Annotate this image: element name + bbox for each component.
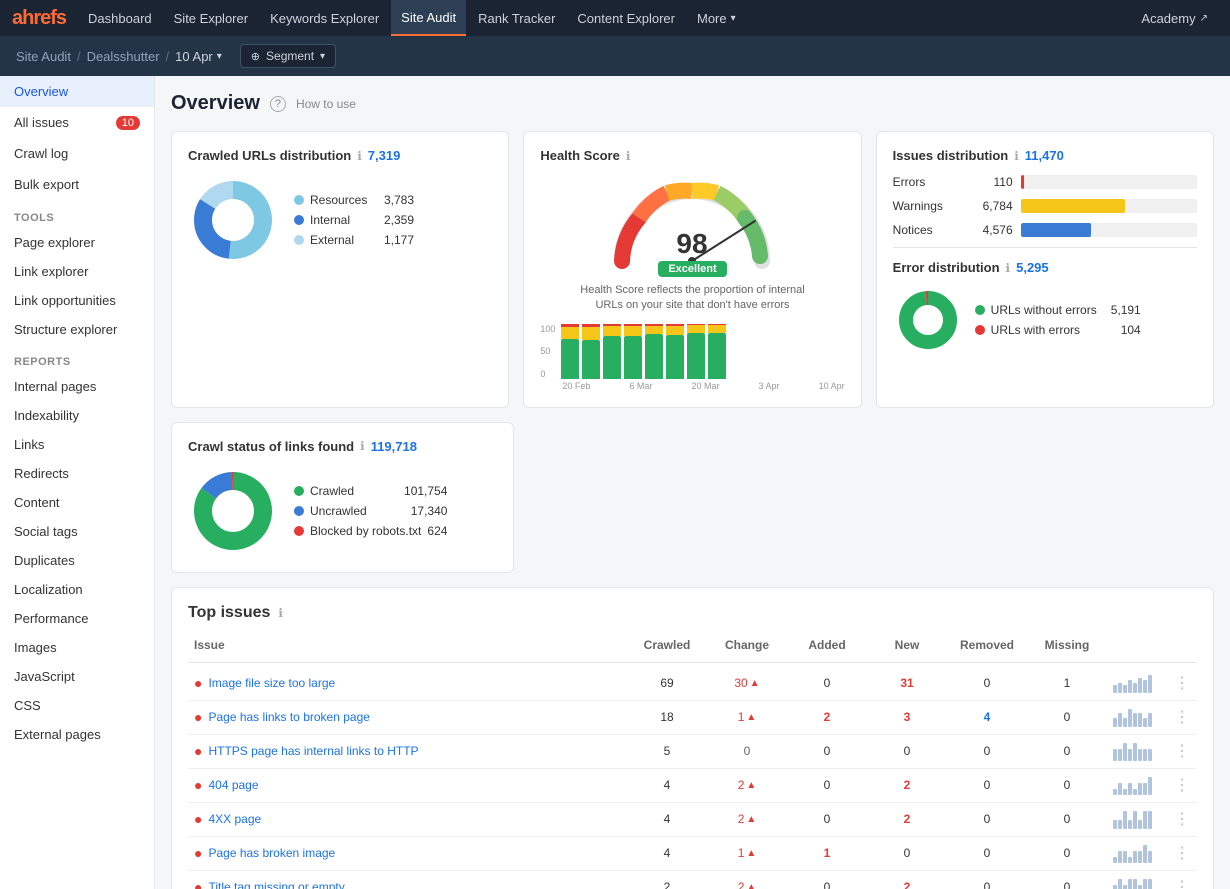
- table-row[interactable]: ● 404 page 4 2 ▲ 0 2 0 0 ⋮: [188, 769, 1197, 803]
- sidebar-item-social-tags[interactable]: Social tags: [0, 517, 154, 546]
- crawl-status-info-icon[interactable]: ℹ: [360, 439, 365, 453]
- table-row[interactable]: ● Title tag missing or empty 2 2 ▲ 0 2 0…: [188, 871, 1197, 889]
- legend-resources: Resources 3,783: [294, 193, 414, 207]
- segment-button[interactable]: ⊕ Segment ▾: [240, 44, 336, 68]
- th-change: Change: [707, 634, 787, 656]
- crawled-urls-total: 7,319: [368, 148, 401, 163]
- crawl-status-title: Crawl status of links found: [188, 439, 354, 454]
- health-score-info-icon[interactable]: ℹ: [626, 149, 631, 163]
- sidebar-item-page-explorer[interactable]: Page explorer: [0, 228, 154, 257]
- sidebar-item-link-explorer[interactable]: Link explorer: [0, 257, 154, 286]
- sidebar: Overview All issues 10 Crawl log Bulk ex…: [0, 76, 155, 889]
- issues-dist-total: 11,470: [1025, 148, 1064, 163]
- crawled-urls-title-row: Crawled URLs distribution ℹ 7,319: [188, 148, 492, 163]
- th-crawled: Crawled: [627, 634, 707, 656]
- th-added: Added: [787, 634, 867, 656]
- issues-table-body: ● Image file size too large 69 30 ▲ 0 31…: [188, 667, 1197, 889]
- error-dist-total: 5,295: [1016, 260, 1049, 275]
- nav-dashboard[interactable]: Dashboard: [78, 0, 162, 36]
- issues-distribution-card: Issues distribution ℹ 11,470 Errors 110 …: [876, 131, 1214, 408]
- error-dist-info-icon[interactable]: ℹ: [1006, 261, 1011, 275]
- how-to-label[interactable]: How to use: [296, 97, 356, 111]
- bc-date[interactable]: 10 Apr▾: [175, 49, 222, 64]
- crawled-urls-title: Crawled URLs distribution: [188, 148, 351, 163]
- health-score-description: Health Score reflects the proportion of …: [572, 283, 812, 314]
- legend-internal: Internal 2,359: [294, 213, 414, 227]
- sidebar-item-duplicates[interactable]: Duplicates: [0, 546, 154, 575]
- th-new: New: [867, 634, 947, 656]
- nav-site-audit[interactable]: Site Audit: [391, 0, 466, 36]
- sidebar-item-css[interactable]: CSS: [0, 691, 154, 720]
- health-gauge-svg: 98: [602, 171, 782, 271]
- nav-rank-tracker[interactable]: Rank Tracker: [468, 0, 565, 36]
- top-issues-title: Top issues: [188, 604, 270, 622]
- error-dist-donut: [893, 285, 963, 355]
- bc-site-audit[interactable]: Site Audit: [16, 49, 71, 64]
- th-removed: Removed: [947, 634, 1027, 656]
- page-header: Overview ? How to use: [171, 92, 1214, 115]
- sidebar-section-tools: Tools: [0, 204, 154, 228]
- nav-site-explorer[interactable]: Site Explorer: [164, 0, 258, 36]
- top-nav: ahrefs Dashboard Site Explorer Keywords …: [0, 0, 1230, 36]
- top-issues-info-icon[interactable]: ℹ: [278, 606, 283, 620]
- sidebar-item-javascript[interactable]: JavaScript: [0, 662, 154, 691]
- crawled-urls-donut: [188, 175, 278, 265]
- sidebar-item-performance[interactable]: Performance: [0, 604, 154, 633]
- crawl-status-card: Crawl status of links found ℹ 119,718: [171, 422, 514, 573]
- table-row[interactable]: ● Page has broken image 4 1 ▲ 1 0 0 0 ⋮: [188, 837, 1197, 871]
- health-score-title: Health Score: [540, 148, 619, 163]
- nav-content-explorer[interactable]: Content Explorer: [567, 0, 685, 36]
- sidebar-item-bulk-export[interactable]: Bulk export: [0, 169, 154, 200]
- th-missing: Missing: [1027, 634, 1107, 656]
- sidebar-item-overview[interactable]: Overview: [0, 76, 154, 107]
- crawl-status-donut: [188, 466, 278, 556]
- page-title: Overview: [171, 92, 260, 115]
- table-row[interactable]: ● Image file size too large 69 30 ▲ 0 31…: [188, 667, 1197, 701]
- sidebar-item-link-opportunities[interactable]: Link opportunities: [0, 286, 154, 315]
- top-issues-card: Top issues ℹ Issue Crawled Change Added …: [171, 587, 1214, 889]
- crawl-status-total: 119,718: [371, 439, 417, 454]
- sidebar-item-redirects[interactable]: Redirects: [0, 459, 154, 488]
- table-row[interactable]: ● 4XX page 4 2 ▲ 0 2 0 0 ⋮: [188, 803, 1197, 837]
- table-row[interactable]: ● Page has links to broken page 18 1 ▲ 2…: [188, 701, 1197, 735]
- excellent-badge: Excellent: [658, 261, 726, 277]
- all-issues-badge: 10: [116, 116, 140, 130]
- nav-more[interactable]: More▾: [687, 0, 746, 36]
- logo: ahrefs: [12, 7, 66, 30]
- sidebar-item-images[interactable]: Images: [0, 633, 154, 662]
- sidebar-section-reports: Reports: [0, 348, 154, 372]
- cards-row-top: Crawled URLs distribution ℹ 7,319: [171, 131, 1214, 408]
- issues-dist-info-icon[interactable]: ℹ: [1014, 149, 1019, 163]
- sidebar-item-structure-explorer[interactable]: Structure explorer: [0, 315, 154, 344]
- bc-project[interactable]: Dealsshutter: [87, 49, 160, 64]
- error-dist-title: Error distribution: [893, 260, 1000, 275]
- crawled-urls-legend: Resources 3,783 Internal 2,359 External …: [294, 193, 414, 247]
- crawled-urls-info-icon[interactable]: ℹ: [357, 149, 362, 163]
- sidebar-item-all-issues[interactable]: All issues 10: [0, 107, 154, 138]
- breadcrumb-bar: Site Audit / Dealsshutter / 10 Apr▾ ⊕ Se…: [0, 36, 1230, 76]
- issues-dist-rows: Errors 110 Warnings 6,784: [893, 175, 1197, 237]
- how-to-icon: ?: [270, 96, 286, 112]
- bc-sep2: /: [166, 49, 170, 64]
- legend-external: External 1,177: [294, 233, 414, 247]
- sidebar-item-indexability[interactable]: Indexability: [0, 401, 154, 430]
- crawled-urls-card: Crawled URLs distribution ℹ 7,319: [171, 131, 509, 408]
- sidebar-item-links[interactable]: Links: [0, 430, 154, 459]
- th-issue: Issue: [188, 634, 627, 656]
- sidebar-item-external-pages[interactable]: External pages: [0, 720, 154, 749]
- main-content: Overview ? How to use Crawled URLs distr…: [155, 76, 1230, 889]
- sidebar-item-internal-pages[interactable]: Internal pages: [0, 372, 154, 401]
- table-row[interactable]: ● HTTPS page has internal links to HTTP …: [188, 735, 1197, 769]
- health-score-card: Health Score ℹ 98: [523, 131, 861, 408]
- nav-academy[interactable]: Academy↗: [1131, 0, 1218, 36]
- th-actions: [1167, 634, 1197, 656]
- bc-sep1: /: [77, 49, 81, 64]
- issues-dist-title: Issues distribution: [893, 148, 1009, 163]
- nav-keywords-explorer[interactable]: Keywords Explorer: [260, 0, 389, 36]
- th-sparkline: [1107, 634, 1167, 656]
- sidebar-item-localization[interactable]: Localization: [0, 575, 154, 604]
- sidebar-item-crawl-log[interactable]: Crawl log: [0, 138, 154, 169]
- sidebar-item-content[interactable]: Content: [0, 488, 154, 517]
